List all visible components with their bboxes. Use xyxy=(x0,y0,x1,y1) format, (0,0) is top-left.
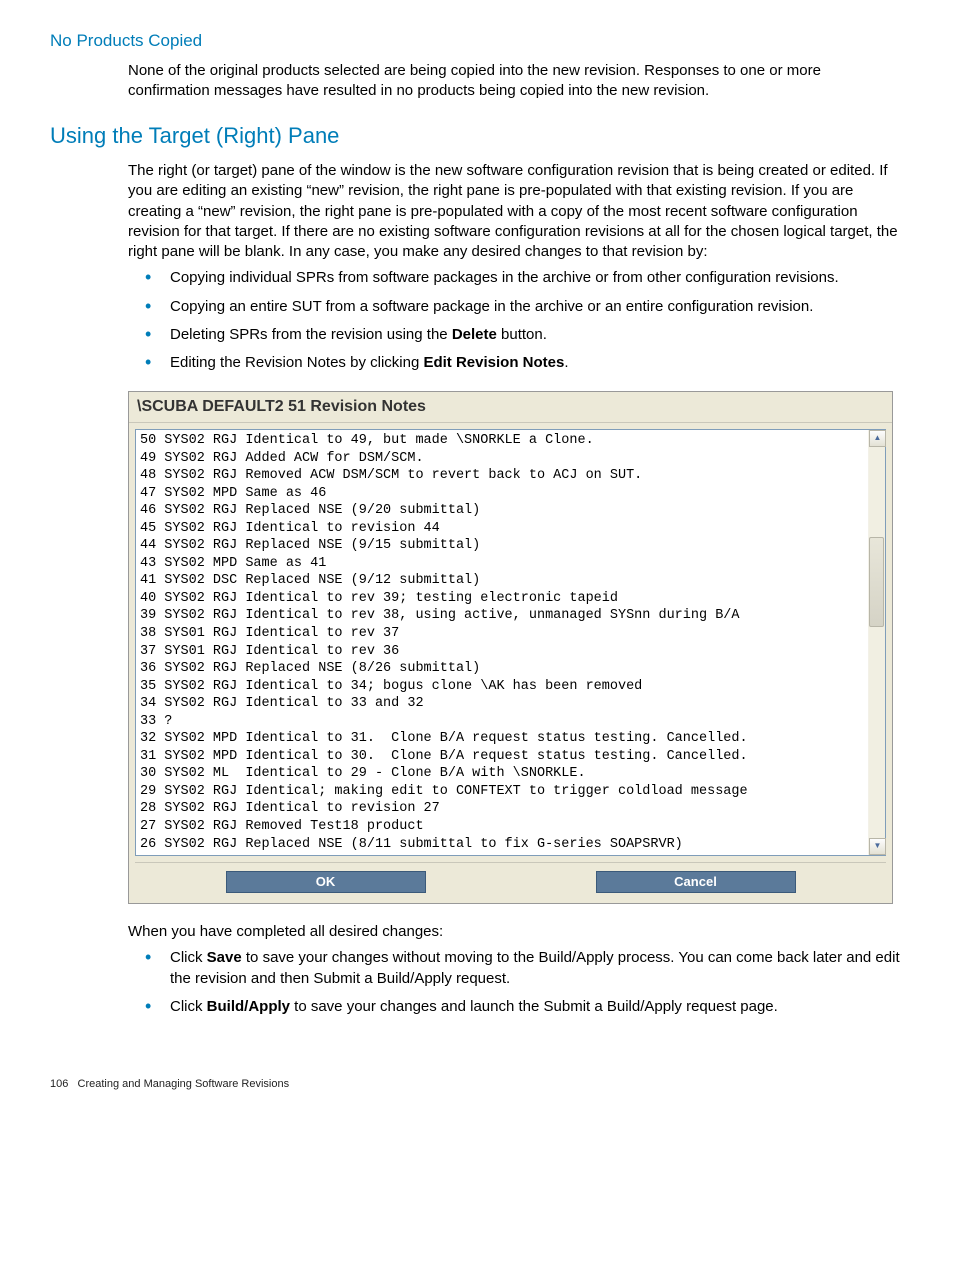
bullet-edit-notes: Editing the Revision Notes by clicking E… xyxy=(145,353,904,373)
bullet-copy-sprs: Copying individual SPRs from software pa… xyxy=(145,268,904,288)
bullet-copy-sut: Copying an entire SUT from a software pa… xyxy=(145,297,904,317)
scroll-down-icon[interactable]: ▼ xyxy=(869,838,886,855)
scroll-thumb[interactable] xyxy=(869,537,884,627)
heading-using-target-pane: Using the Target (Right) Pane xyxy=(50,121,904,151)
bullet-click-save: Click Save to save your changes without … xyxy=(145,948,904,989)
scroll-track[interactable] xyxy=(869,447,885,838)
subheading-no-products-copied: No Products Copied xyxy=(50,30,904,53)
para-target-pane-intro: The right (or target) pane of the window… xyxy=(128,161,904,262)
chapter-title: Creating and Managing Software Revisions xyxy=(78,1078,290,1090)
cancel-button[interactable]: Cancel xyxy=(596,871,796,893)
para-completed-changes: When you have completed all desired chan… xyxy=(128,922,904,942)
page-footer: 106 Creating and Managing Software Revis… xyxy=(50,1077,904,1092)
page-number: 106 xyxy=(50,1078,68,1090)
bullet-delete-sprs: Deleting SPRs from the revision using th… xyxy=(145,325,904,345)
scroll-up-icon[interactable]: ▲ xyxy=(869,430,886,447)
ok-button[interactable]: OK xyxy=(226,871,426,893)
revision-notes-dialog: \SCUBA DEFAULT2 51 Revision Notes 50 SYS… xyxy=(128,391,893,904)
para-no-products-copied: None of the original products selected a… xyxy=(128,61,904,102)
bullet-click-build-apply: Click Build/Apply to save your changes a… xyxy=(145,997,904,1017)
revision-notes-textarea[interactable]: 50 SYS02 RGJ Identical to 49, but made \… xyxy=(136,430,868,855)
dialog-title: \SCUBA DEFAULT2 51 Revision Notes xyxy=(129,392,892,423)
scrollbar[interactable]: ▲ ▼ xyxy=(868,430,885,855)
